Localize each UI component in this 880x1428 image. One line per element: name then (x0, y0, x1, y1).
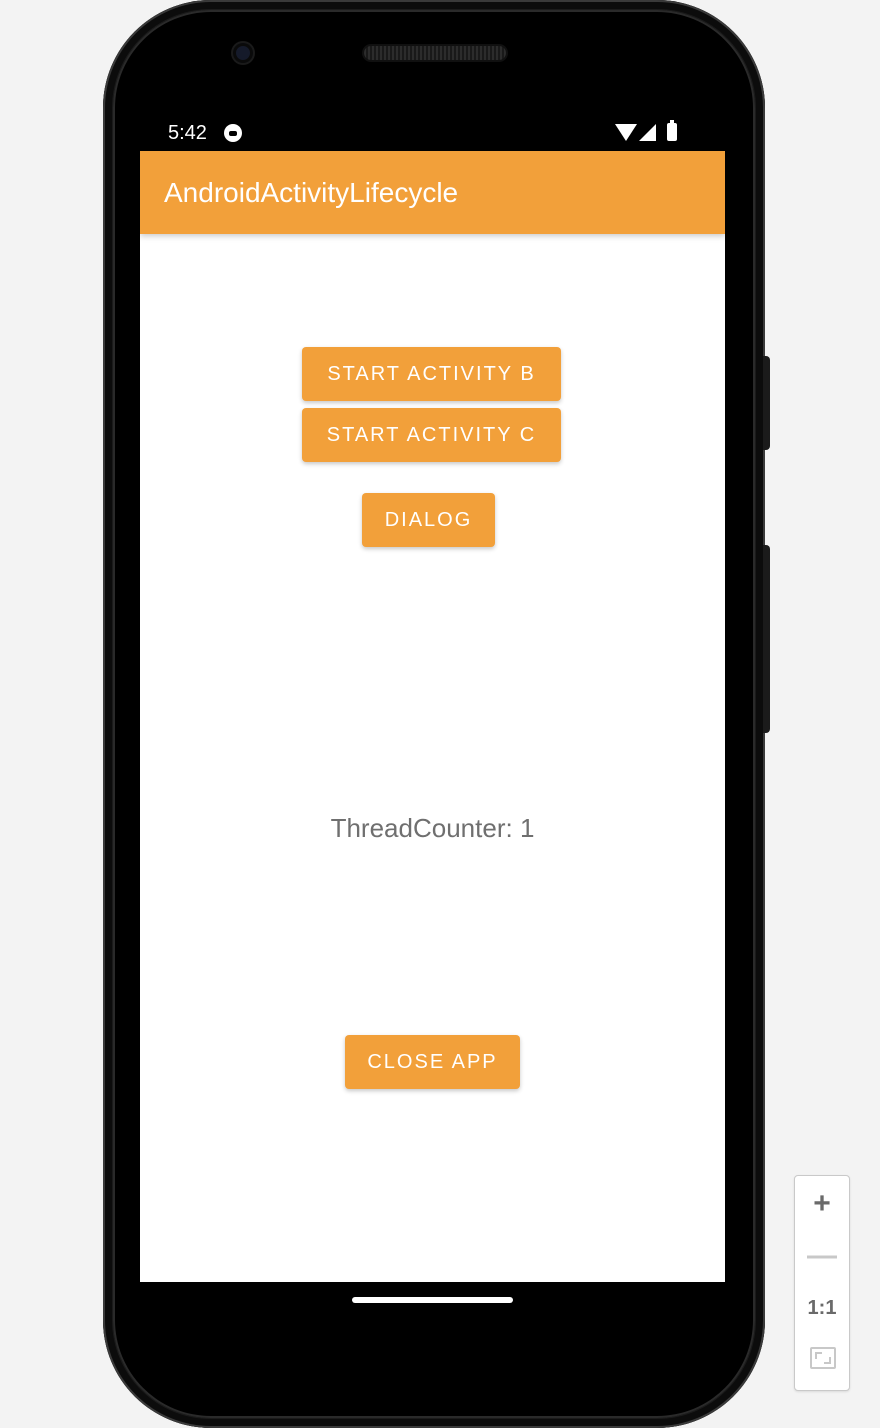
zoom-out-button[interactable]: — (795, 1230, 849, 1282)
app-notification-icon (224, 124, 242, 142)
power-button[interactable] (763, 356, 770, 450)
status-icons (615, 120, 685, 144)
start-activity-b-button[interactable]: START ACTIVITY B (302, 347, 561, 401)
close-app-button[interactable]: CLOSE APP (345, 1035, 520, 1089)
status-time: 5:42 (168, 122, 207, 144)
front-camera-icon (233, 43, 253, 63)
dialog-button[interactable]: DIALOG (362, 493, 495, 547)
app-screen: AndroidActivityLifecycle START ACTIVITY … (140, 151, 725, 1282)
zoom-controls: + — 1:1 (794, 1175, 850, 1391)
status-bar: 5:42 (140, 116, 725, 151)
gesture-nav-handle[interactable] (352, 1297, 513, 1303)
start-activity-c-button[interactable]: START ACTIVITY C (302, 408, 561, 462)
app-title: AndroidActivityLifecycle (164, 177, 459, 208)
thread-counter: ThreadCounter: 1 (140, 813, 725, 844)
thread-counter-label: ThreadCounter: (330, 813, 513, 843)
fit-screen-icon (810, 1347, 836, 1369)
volume-button[interactable] (763, 545, 770, 733)
fit-screen-button[interactable] (795, 1334, 849, 1386)
minus-icon: — (807, 1239, 837, 1272)
one-to-one-icon: 1:1 (807, 1297, 837, 1319)
wifi-icon (615, 124, 637, 141)
actual-size-button[interactable]: 1:1 (795, 1282, 849, 1334)
app-bar: AndroidActivityLifecycle (140, 151, 725, 234)
earpiece-speaker (364, 46, 506, 60)
thread-counter-value: 1 (519, 813, 535, 843)
plus-icon: + (813, 1187, 831, 1220)
zoom-in-button[interactable]: + (795, 1178, 849, 1230)
battery-icon (667, 120, 677, 141)
signal-icon (639, 124, 656, 141)
